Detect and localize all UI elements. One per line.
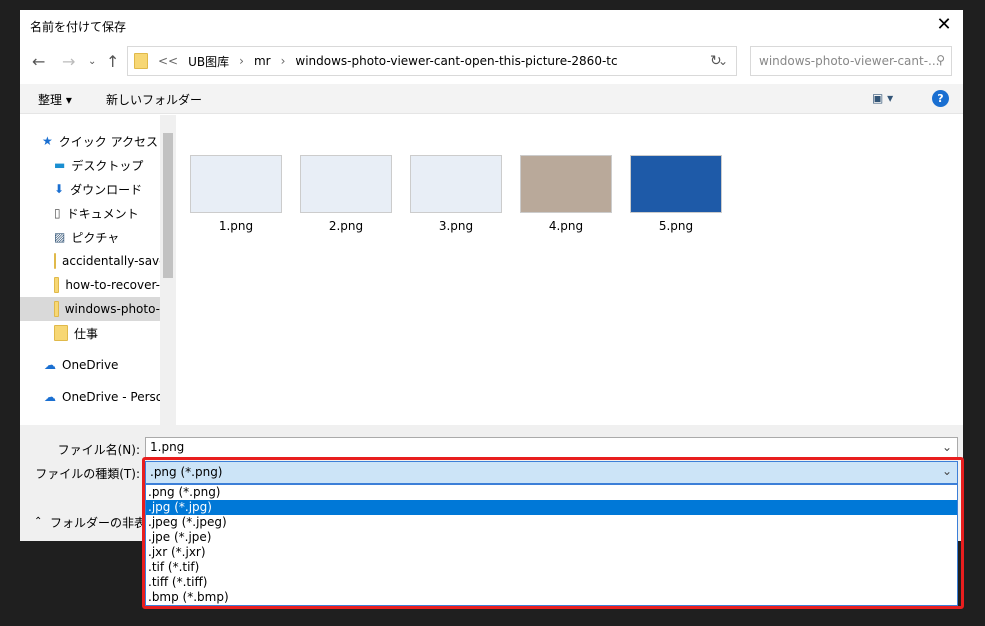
- breadcrumb-ubtuku[interactable]: UB图库: [188, 53, 229, 70]
- file-name: 4.png: [548, 219, 584, 233]
- filetype-select[interactable]: .png (*.png) ⌄: [145, 461, 958, 484]
- sidebar-item-label: デスクトップ: [71, 158, 144, 173]
- sidebar-item-label: how-to-recover-: [65, 278, 160, 292]
- sidebar-item-documents[interactable]: ▯ ドキュメント: [20, 201, 160, 225]
- sidebar-item-label: ダウンロード: [70, 182, 143, 197]
- thumbnail: [410, 155, 502, 213]
- filetype-option-png[interactable]: .png (*.png): [146, 485, 957, 500]
- cloud-icon: ☁: [44, 390, 56, 404]
- folder-icon: [54, 277, 60, 293]
- folder-icon: [134, 53, 148, 69]
- sidebar-item-pictures[interactable]: ▨ ピクチャ: [20, 225, 160, 249]
- sidebar-item-label: クイック アクセス: [58, 134, 158, 149]
- folder-icon: [54, 301, 59, 317]
- chevron-down-icon[interactable]: ⌄: [942, 440, 952, 454]
- folder-icon: [54, 253, 56, 269]
- filetype-option-jpg[interactable]: .jpg (*.jpg): [146, 500, 957, 515]
- search-input[interactable]: windows-photo-viewer-cant-... ⚲: [750, 46, 952, 76]
- chevron-down-icon[interactable]: ⌄: [942, 464, 952, 478]
- filename-label: ファイル名(N):: [57, 443, 140, 457]
- thumbnail: [630, 155, 722, 213]
- sidebar-item-folder[interactable]: accidentally-save: [20, 249, 160, 273]
- up-icon[interactable]: ↑: [106, 52, 119, 71]
- filetype-option-tiff[interactable]: .tiff (*.tiff): [146, 575, 957, 590]
- folder-icon: [54, 325, 68, 341]
- sidebar-item-label: windows-photo-: [64, 302, 160, 316]
- breadcrumb-current[interactable]: windows-photo-viewer-cant-open-this-pict…: [295, 54, 617, 68]
- filetype-value: .png (*.png): [150, 465, 223, 479]
- filetype-dropdown-list: .png (*.png) .jpg (*.jpg) .jpeg (*.jpeg)…: [145, 484, 958, 606]
- sidebar-item-desktop[interactable]: ▬ デスクトップ: [20, 153, 160, 177]
- save-as-dialog: 名前を付けて保存 ✕ ← → ⌄ ↑ << UB图库 › mr › window…: [20, 10, 964, 609]
- sidebar-item-folder-selected[interactable]: windows-photo-: [20, 297, 160, 321]
- filename-input[interactable]: 1.png ⌄: [145, 437, 958, 459]
- forward-icon[interactable]: →: [62, 52, 75, 71]
- cloud-icon: ☁: [44, 358, 56, 372]
- file-name: 2.png: [328, 219, 364, 233]
- view-options-icon[interactable]: ▣ ▾: [872, 91, 893, 105]
- file-item[interactable]: 1.png: [190, 155, 282, 233]
- file-item[interactable]: 4.png: [520, 155, 612, 233]
- scrollbar-thumb[interactable]: [163, 133, 173, 278]
- thumbnail: [300, 155, 392, 213]
- sidebar-item-label: OneDrive: [62, 358, 119, 372]
- file-item[interactable]: 2.png: [300, 155, 392, 233]
- sidebar-item-label: 仕事: [74, 326, 99, 341]
- sidebar-item-label: ドキュメント: [66, 206, 139, 221]
- sidebar-item-label: accidentally-save: [62, 254, 160, 268]
- back-icon[interactable]: ←: [32, 52, 45, 71]
- dialog-title: 名前を付けて保存: [30, 20, 127, 34]
- address-bar[interactable]: << UB图库 › mr › windows-photo-viewer-cant…: [127, 46, 737, 76]
- filetype-option-bmp[interactable]: .bmp (*.bmp): [146, 590, 957, 605]
- hide-folders-button[interactable]: フォルダーの非表示: [50, 514, 158, 531]
- navigation-pane: ★ クイック アクセス ▬ デスクトップ ⬇ ダウンロード ▯ ドキュメント ▨ ピクチャ…: [20, 115, 160, 425]
- thumbnail: [190, 155, 282, 213]
- thumbnail: [520, 155, 612, 213]
- file-item[interactable]: 3.png: [410, 155, 502, 233]
- close-button[interactable]: ✕: [931, 14, 957, 35]
- filetype-option-jpe[interactable]: .jpe (*.jpe): [146, 530, 957, 545]
- sidebar-item-onedrive[interactable]: ☁ OneDrive: [20, 353, 160, 377]
- filetype-label: ファイルの種類(T):: [35, 467, 140, 481]
- file-list: 1.png 2.png 3.png 4.png 5.png: [190, 155, 722, 233]
- file-item[interactable]: 5.png: [630, 155, 722, 233]
- sidebar-item-label: ピクチャ: [71, 230, 120, 245]
- star-icon: ★: [42, 134, 53, 148]
- breadcrumb-overflow[interactable]: <<: [158, 54, 178, 68]
- sidebar-item-folder[interactable]: how-to-recover-: [20, 273, 160, 297]
- filetype-option-jpeg[interactable]: .jpeg (*.jpeg): [146, 515, 957, 530]
- file-name: 1.png: [218, 219, 254, 233]
- search-icon: ⚲: [936, 53, 945, 67]
- sidebar-item-folder[interactable]: 仕事: [20, 321, 160, 345]
- sidebar-item-label: OneDrive - Person: [62, 390, 160, 404]
- sidebar-item-onedrive-personal[interactable]: ☁ OneDrive - Person: [20, 385, 160, 409]
- breadcrumb-mr[interactable]: mr: [254, 54, 271, 68]
- sidebar-item-downloads[interactable]: ⬇ ダウンロード: [20, 177, 160, 201]
- refresh-icon[interactable]: ↻: [710, 53, 722, 69]
- new-folder-button[interactable]: 新しいフォルダー: [106, 91, 202, 108]
- search-placeholder: windows-photo-viewer-cant-...: [759, 54, 940, 68]
- toolbar: 整理 ▾ 新しいフォルダー ▣ ▾ ?: [20, 84, 963, 114]
- filetype-option-tif[interactable]: .tif (*.tif): [146, 560, 957, 575]
- sidebar-scrollbar[interactable]: [160, 115, 176, 425]
- help-icon[interactable]: ?: [932, 90, 949, 107]
- chevron-up-icon[interactable]: ⌃: [34, 516, 42, 527]
- file-name: 3.png: [438, 219, 474, 233]
- organize-button[interactable]: 整理 ▾: [38, 91, 72, 108]
- desktop-icon: ▬: [54, 158, 66, 172]
- sidebar-item-quick-access[interactable]: ★ クイック アクセス: [20, 129, 160, 153]
- recent-chevron-icon[interactable]: ⌄: [88, 56, 96, 67]
- file-name: 5.png: [658, 219, 694, 233]
- filename-value: 1.png: [150, 440, 185, 454]
- picture-icon: ▨: [54, 230, 66, 244]
- filetype-option-jxr[interactable]: .jxr (*.jxr): [146, 545, 957, 560]
- download-icon: ⬇: [54, 182, 65, 196]
- document-icon: ▯: [54, 206, 61, 220]
